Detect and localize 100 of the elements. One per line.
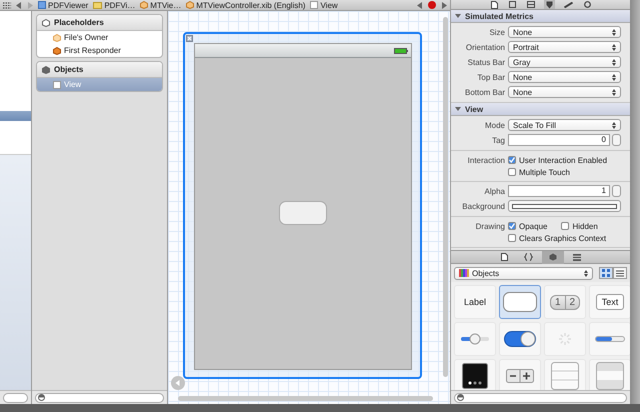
slider-icon — [460, 333, 490, 345]
forward-arrow-icon — [441, 2, 447, 8]
up-down-arrows-icon — [612, 122, 616, 128]
inspector-tab[interactable] — [488, 0, 500, 9]
field-label: Alpha — [484, 186, 506, 198]
checkbox[interactable]: Hidden — [561, 222, 598, 230]
checkbox[interactable]: User Interaction Enabled — [508, 156, 608, 164]
folder-icon — [93, 1, 102, 9]
cube-icon — [186, 1, 194, 9]
checkbox[interactable]: Multiple Touch — [508, 168, 570, 176]
number-field[interactable]: 1 — [508, 185, 610, 197]
battery-icon — [394, 48, 408, 54]
label-text: Label — [464, 297, 486, 307]
scrollbar[interactable] — [178, 396, 433, 400]
search-icon — [38, 394, 45, 401]
connections-icon — [584, 1, 590, 8]
document-icon — [501, 253, 508, 261]
up-down-arrows-icon — [612, 88, 616, 96]
field-label: Orientation — [464, 42, 506, 54]
table-icon — [551, 362, 579, 390]
up-down-arrows-icon — [584, 270, 588, 276]
section-header[interactable]: View — [451, 103, 630, 116]
segmented-control-preview: 1 2 — [550, 294, 580, 310]
breadcrumb-item[interactable]: View — [310, 0, 338, 10]
view-mode-button[interactable] — [599, 267, 613, 279]
section-title: View — [465, 104, 484, 114]
field-label: Drawing — [474, 221, 506, 233]
field-label: Bottom Bar — [464, 87, 506, 99]
text-field-preview: Text — [596, 294, 624, 310]
list-icon — [616, 270, 624, 276]
popup-menu[interactable]: None — [508, 86, 621, 98]
outline-item[interactable]: First Responder — [37, 44, 162, 57]
grid-icon — [602, 269, 610, 277]
library-popup[interactable]: Objects — [454, 266, 593, 280]
identity-icon — [526, 1, 534, 8]
rounded-button-icon — [503, 292, 537, 312]
spinner-icon — [557, 331, 573, 347]
field-label: Tag — [491, 135, 506, 147]
stepper-icon — [506, 369, 534, 383]
selected-row — [0, 111, 31, 121]
field-label: Size — [488, 27, 506, 39]
breadcrumb-item[interactable]: MTVie… — [140, 0, 182, 10]
up-down-arrows-icon — [612, 28, 616, 36]
library-tab[interactable] — [542, 250, 564, 264]
breadcrumb-item[interactable]: PDFViewer — [38, 0, 88, 10]
ruler-icon — [564, 2, 572, 8]
breadcrumb-item[interactable]: MTViewController.xib (English) — [186, 0, 306, 10]
inspector-tab[interactable] — [582, 0, 592, 9]
inspector-tab[interactable] — [524, 0, 536, 9]
section-title: Simulated Metrics — [465, 12, 534, 20]
media-icon — [572, 254, 580, 260]
popup-menu[interactable]: Portrait — [508, 41, 621, 53]
popup-menu[interactable]: None — [508, 71, 621, 83]
popup-menu[interactable]: None — [508, 26, 621, 38]
field-label: Status Bar — [466, 57, 506, 69]
cube-icon — [548, 253, 556, 261]
color-well[interactable] — [508, 200, 621, 212]
checkmark-icon — [509, 223, 515, 229]
search-field[interactable] — [3, 392, 28, 402]
up-down-arrows-icon — [612, 74, 616, 80]
library-item[interactable]: Label — [454, 285, 496, 319]
search-icon — [457, 394, 464, 401]
breadcrumb-item[interactable]: PDFVi… — [93, 0, 136, 10]
back-arrow-icon — [417, 2, 423, 8]
field-label: Interaction — [466, 155, 506, 167]
cube-icon — [42, 66, 50, 74]
section-title: Objects — [54, 65, 84, 74]
library-icon — [459, 269, 469, 277]
switch-icon — [504, 331, 536, 347]
braces-icon — [524, 253, 533, 261]
help-icon — [508, 1, 516, 8]
scrollbar[interactable] — [443, 17, 448, 377]
progress-bar-icon — [595, 336, 625, 342]
back-arrow-icon — [16, 2, 22, 8]
inspector-tab[interactable] — [506, 0, 518, 9]
search-field[interactable] — [454, 392, 627, 402]
popup-menu[interactable]: Gray — [508, 56, 621, 68]
checkbox[interactable]: Clears Graphics Context — [508, 234, 606, 242]
grid-icon — [3, 2, 11, 8]
search-field[interactable] — [35, 392, 164, 402]
document-icon — [490, 0, 498, 8]
page-control-icon — [462, 363, 488, 389]
inspector-tab[interactable] — [544, 0, 554, 9]
rounded-button[interactable] — [279, 201, 327, 225]
up-down-arrows-icon — [612, 44, 616, 50]
checkbox[interactable]: Opaque — [508, 222, 548, 230]
view-mode-button[interactable] — [613, 267, 627, 279]
library-item[interactable]: 1 2 — [544, 285, 586, 319]
section-header[interactable]: Simulated Metrics — [451, 10, 630, 23]
shield-icon — [546, 0, 552, 8]
inspector-tab[interactable] — [562, 0, 574, 9]
popup-menu[interactable]: Scale To Fill — [508, 119, 621, 131]
field-label: Top Bar — [476, 72, 506, 84]
stepper-control[interactable] — [612, 134, 621, 146]
outline-item[interactable]: File's Owner — [37, 31, 162, 44]
project-icon — [38, 1, 46, 9]
number-field[interactable]: 0 — [508, 134, 610, 146]
close-icon — [186, 35, 193, 42]
stepper-control[interactable] — [612, 185, 621, 197]
library-item[interactable]: Text — [589, 285, 630, 319]
